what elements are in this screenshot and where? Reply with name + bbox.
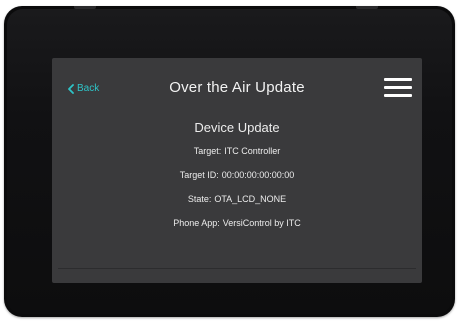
field-label: Target ID:: [179, 170, 219, 180]
info-row-state: State: OTA_LCD_NONE: [52, 194, 422, 205]
field-value: OTA_LCD_NONE: [214, 194, 287, 204]
field-value: ITC Controller: [224, 146, 281, 156]
field-value: 00:00:00:00:00:00: [221, 170, 295, 180]
field-label: Phone App:: [173, 218, 220, 228]
hamburger-menu-icon[interactable]: [384, 78, 412, 98]
field-value: VersiControl by ITC: [222, 218, 301, 228]
bezel-notch-right: [356, 6, 378, 9]
bezel-notch-left: [74, 6, 96, 9]
update-info: Device Update Target: ITC Controller Targ…: [52, 114, 422, 229]
field-label: Target:: [193, 146, 222, 156]
info-row-phone-app: Phone App: VersiControl by ITC: [52, 218, 422, 229]
top-bar: Back Over the Air Update: [52, 58, 422, 120]
field-label: State:: [187, 194, 212, 204]
info-row-target-id: Target ID: 00:00:00:00:00:00: [52, 170, 422, 181]
section-heading: Device Update: [194, 120, 280, 135]
bottom-divider: [58, 268, 416, 269]
touch-screen: Back Over the Air Update Device Update T…: [52, 58, 422, 283]
page-title: Over the Air Update: [169, 79, 305, 96]
info-row-target: Target: ITC Controller: [52, 146, 422, 157]
